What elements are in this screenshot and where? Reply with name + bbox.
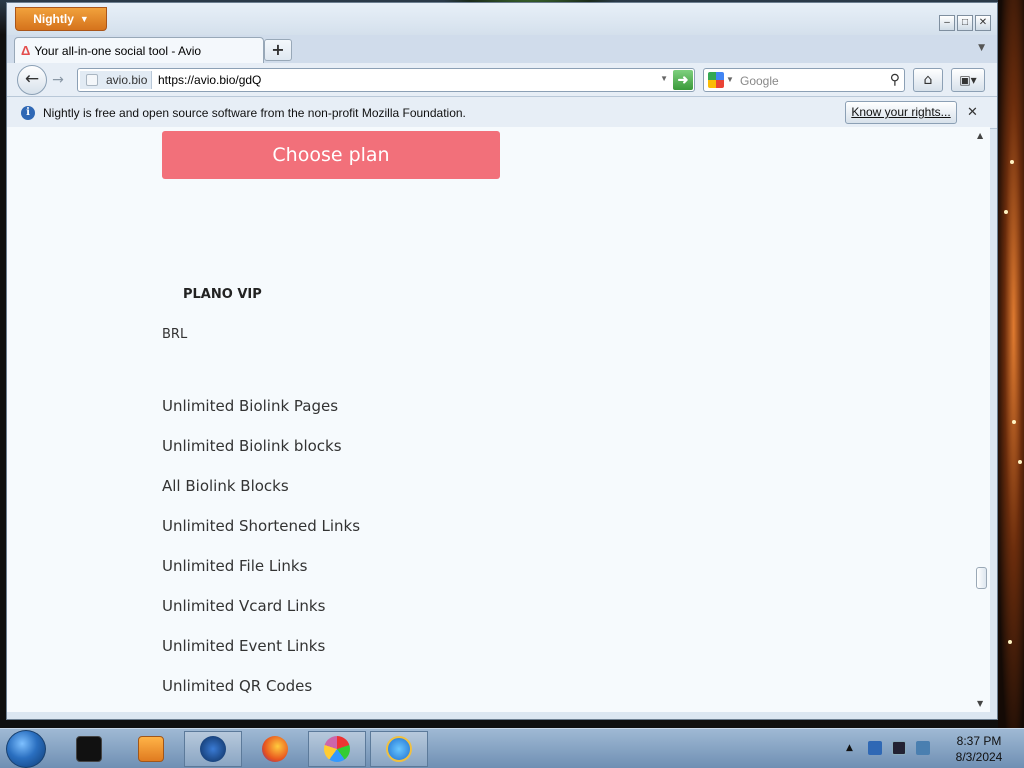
search-icon[interactable]: ⚲ (890, 71, 900, 88)
firefox-app-icon (262, 736, 288, 762)
feature-item: Unlimited File Links (162, 557, 308, 575)
site-icon (86, 74, 98, 86)
forward-button[interactable]: → (47, 69, 69, 91)
thunderbird-icon[interactable] (184, 731, 242, 767)
feature-item: Unlimited Vcard Links (162, 597, 326, 615)
firefox-icon[interactable] (246, 731, 304, 767)
page-content: Choose plan PLANO VIP BRL Unlimited Biol… (7, 127, 973, 712)
tray-network-icon[interactable] (916, 741, 930, 755)
home-button[interactable]: ⌂ (913, 68, 943, 92)
url-input[interactable]: https://avio.bio/gdQ (158, 73, 261, 87)
back-button[interactable]: ← (17, 65, 47, 95)
clock-time: 8:37 PM (956, 734, 1002, 748)
notification-text: Nightly is free and open source software… (43, 106, 466, 120)
ie-app-icon (386, 736, 412, 762)
start-button[interactable] (6, 730, 46, 768)
plan-currency: BRL (162, 327, 188, 342)
go-button[interactable]: ➜ (673, 70, 693, 90)
taskbar: ▲ 8:37 PM 8/3/2024 (0, 728, 1024, 768)
new-tab-button[interactable]: + (264, 39, 292, 61)
minimize-button[interactable]: – (939, 15, 955, 31)
tab-list-icon[interactable]: ▼ (978, 43, 985, 53)
terminal-app-icon (76, 736, 102, 762)
know-your-rights-button[interactable]: Know your rights... (845, 101, 957, 124)
feature-item: Unlimited Biolink Pages (162, 397, 339, 415)
plan-name: PLANO VIP (183, 287, 262, 302)
search-bar[interactable]: ▼ Google ⚲ (703, 68, 905, 92)
tab-avio[interactable]: Δ Your all-in-one social tool - Avio (14, 37, 264, 63)
media-app-icon (138, 736, 164, 762)
window-controls: – □ ✕ (939, 15, 991, 31)
feature-item: Unlimited Event Links (162, 637, 326, 655)
titlebar: Nightly ▼ – □ ✕ (7, 3, 997, 35)
paint-app-icon (324, 736, 350, 762)
internet-explorer-icon[interactable] (370, 731, 428, 767)
media-player-icon[interactable] (122, 731, 180, 767)
site-identity-label: avio.bio (106, 73, 148, 87)
scrollbar-thumb[interactable] (976, 567, 987, 589)
terminal-icon[interactable] (60, 731, 118, 767)
feature-item: Unlimited QR Codes (162, 677, 313, 695)
chevron-down-icon: ▼ (79, 14, 89, 24)
desktop-wallpaper (998, 0, 1024, 728)
clock-date: 8/3/2024 (955, 750, 1003, 764)
tray-expand-icon[interactable]: ▲ (846, 743, 853, 753)
feature-item: Unlimited Shortened Links (162, 517, 361, 535)
search-engine-dropdown-icon[interactable]: ▼ (726, 75, 734, 84)
search-input[interactable]: Google (740, 74, 779, 88)
wallpaper-spark (1018, 460, 1022, 464)
navigation-toolbar: ← → avio.bio https://avio.bio/gdQ ▼ ➜ ▼ … (7, 63, 997, 97)
paint-icon[interactable] (308, 731, 366, 767)
avio-logo-icon: Δ (21, 43, 31, 58)
google-logo-icon[interactable] (708, 72, 724, 88)
wallpaper-spark (1012, 420, 1016, 424)
scroll-down-icon[interactable]: ▼ (977, 699, 983, 708)
close-button[interactable]: ✕ (975, 15, 991, 31)
system-clock[interactable]: 8:37 PM 8/3/2024 (944, 733, 1014, 765)
tray-shield-icon[interactable] (868, 741, 882, 755)
app-menu-button[interactable]: Nightly ▼ (15, 7, 107, 31)
bookmarks-menu-button[interactable]: ▣▾ (951, 68, 985, 92)
scroll-up-icon[interactable]: ▲ (977, 131, 983, 140)
info-icon: i (21, 106, 35, 120)
url-history-dropdown-icon[interactable]: ▼ (660, 74, 668, 83)
app-menu-label: Nightly (33, 12, 74, 26)
wallpaper-spark (1004, 210, 1008, 214)
wallpaper-spark (1010, 160, 1014, 164)
tab-bar: Δ Your all-in-one social tool - Avio + ▼ (7, 35, 997, 63)
choose-plan-button[interactable]: Choose plan (162, 131, 500, 179)
vertical-scrollbar[interactable]: ▲ ▼ (973, 127, 990, 712)
site-identity-button[interactable]: avio.bio (80, 71, 152, 89)
feature-list: Unlimited Biolink Pages Unlimited Biolin… (162, 397, 360, 712)
maximize-button[interactable]: □ (957, 15, 973, 31)
tray-monitor-icon[interactable] (892, 741, 906, 755)
close-icon[interactable]: ✕ (967, 104, 978, 120)
tab-title: Your all-in-one social tool - Avio (34, 43, 202, 58)
wallpaper-spark (1008, 640, 1012, 644)
thunderbird-app-icon (200, 736, 226, 762)
notification-bar: i Nightly is free and open source softwa… (7, 97, 997, 129)
feature-item: Unlimited Biolink blocks (162, 437, 342, 455)
feature-item: All Biolink Blocks (162, 477, 289, 495)
url-bar[interactable]: avio.bio https://avio.bio/gdQ ▼ ➜ (77, 68, 695, 92)
